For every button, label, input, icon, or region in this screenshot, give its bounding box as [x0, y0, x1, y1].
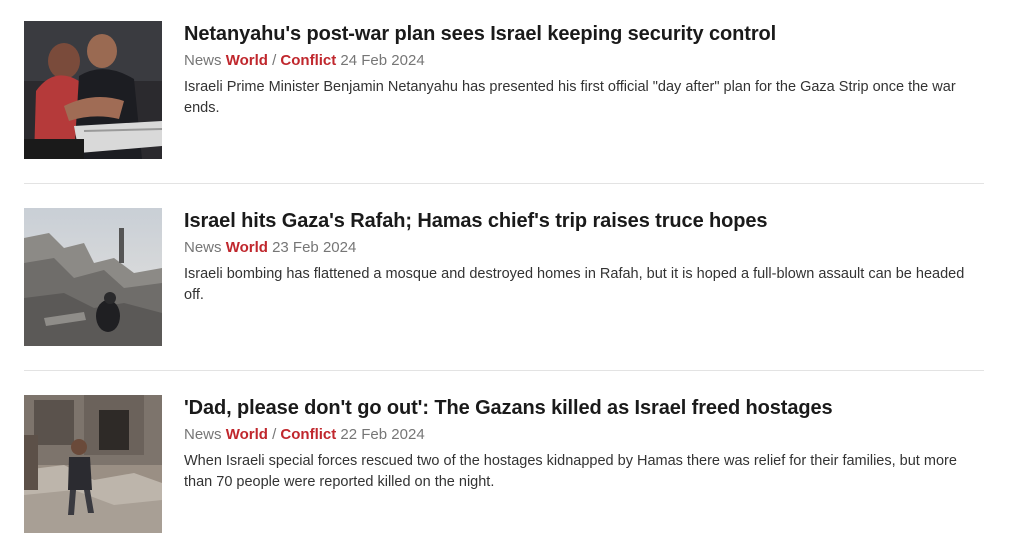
article-date: 24 Feb 2024	[340, 52, 425, 69]
section-link[interactable]: News	[184, 239, 222, 256]
article-date: 22 Feb 2024	[340, 426, 425, 443]
article-date: 23 Feb 2024	[272, 239, 357, 256]
section-link[interactable]: News	[184, 52, 222, 69]
article-image-rubble	[24, 208, 162, 346]
article-image-mourners	[24, 21, 162, 159]
article-summary: Israeli bombing has flattened a mosque a…	[184, 266, 965, 303]
article-meta: News World 23 Feb 2024	[184, 238, 984, 258]
article-headline[interactable]: 'Dad, please don't go out': The Gazans k…	[184, 395, 984, 421]
article-image-child-debris	[24, 395, 162, 533]
article-meta: News World / Conflict 24 Feb 2024	[184, 51, 984, 71]
category-link-conflict[interactable]: Conflict	[280, 426, 336, 443]
divider	[24, 183, 984, 184]
category-link-world[interactable]: World	[226, 52, 268, 69]
category-separator: /	[272, 52, 277, 69]
article-item[interactable]: 'Dad, please don't go out': The Gazans k…	[24, 395, 984, 533]
article-headline[interactable]: Israel hits Gaza's Rafah; Hamas chief's …	[184, 208, 984, 234]
divider	[24, 370, 984, 371]
article-thumbnail[interactable]	[24, 21, 162, 159]
article-summary: When Israeli special forces rescued two …	[184, 453, 957, 490]
article-item[interactable]: Israel hits Gaza's Rafah; Hamas chief's …	[24, 208, 984, 346]
category-separator: /	[272, 426, 277, 443]
article-headline[interactable]: Netanyahu's post-war plan sees Israel ke…	[184, 21, 984, 47]
article-thumbnail[interactable]	[24, 395, 162, 533]
article-summary: Israeli Prime Minister Benjamin Netanyah…	[184, 79, 956, 116]
category-link-world[interactable]: World	[226, 426, 268, 443]
article-item[interactable]: Netanyahu's post-war plan sees Israel ke…	[24, 21, 984, 159]
article-thumbnail[interactable]	[24, 208, 162, 346]
section-link[interactable]: News	[184, 426, 222, 443]
category-link-conflict[interactable]: Conflict	[280, 52, 336, 69]
category-link-world[interactable]: World	[226, 239, 268, 256]
article-meta: News World / Conflict 22 Feb 2024	[184, 425, 984, 445]
